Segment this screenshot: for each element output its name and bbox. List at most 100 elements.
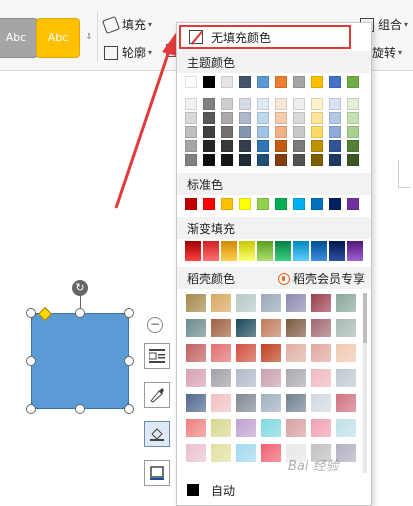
gradient-fill-swatch[interactable] <box>185 241 201 261</box>
theme-shade-swatch[interactable] <box>293 154 305 166</box>
daoke-texture-swatch[interactable] <box>185 393 207 413</box>
standard-color-swatch[interactable] <box>347 198 359 210</box>
resize-handle-bottom-right[interactable] <box>124 404 134 414</box>
shape-outline-button[interactable] <box>144 460 170 486</box>
theme-color-swatch[interactable] <box>329 76 341 88</box>
resize-handle-left[interactable] <box>26 356 36 366</box>
texture-scrollbar[interactable] <box>363 293 367 473</box>
standard-color-swatch[interactable] <box>185 198 197 210</box>
standard-color-swatch[interactable] <box>275 198 287 210</box>
daoke-texture-swatch[interactable] <box>235 443 257 463</box>
auto-color-option[interactable]: 自动 <box>177 477 371 503</box>
theme-shade-swatch[interactable] <box>347 98 359 110</box>
theme-shade-swatch[interactable] <box>221 154 233 166</box>
theme-shade-swatch[interactable] <box>275 112 287 124</box>
daoke-texture-swatch[interactable] <box>235 393 257 413</box>
daoke-texture-swatch[interactable] <box>185 368 207 388</box>
theme-shade-swatch[interactable] <box>275 154 287 166</box>
vip-exclusive-link[interactable]: 稻壳会员专享 <box>277 270 365 287</box>
daoke-texture-swatch[interactable] <box>260 368 282 388</box>
daoke-texture-swatch[interactable] <box>285 318 307 338</box>
theme-shade-swatch[interactable] <box>293 98 305 110</box>
theme-color-swatch[interactable] <box>257 76 269 88</box>
daoke-texture-swatch[interactable] <box>260 418 282 438</box>
daoke-texture-swatch[interactable] <box>185 418 207 438</box>
daoke-texture-swatch[interactable] <box>310 293 332 313</box>
theme-shade-swatch[interactable] <box>257 112 269 124</box>
rounded-square-shape[interactable] <box>31 313 129 409</box>
theme-shade-swatch[interactable] <box>257 98 269 110</box>
theme-color-swatch[interactable] <box>221 76 233 88</box>
theme-shade-swatch[interactable] <box>311 98 323 110</box>
theme-shade-swatch[interactable] <box>185 140 197 152</box>
gradient-fill-swatch[interactable] <box>275 241 291 261</box>
gradient-fill-swatch[interactable] <box>329 241 345 261</box>
theme-shade-swatch[interactable] <box>239 112 251 124</box>
daoke-texture-swatch[interactable] <box>210 368 232 388</box>
theme-shade-swatch[interactable] <box>329 154 341 166</box>
daoke-texture-swatch[interactable] <box>260 318 282 338</box>
theme-shade-swatch[interactable] <box>311 112 323 124</box>
theme-shade-swatch[interactable] <box>275 126 287 138</box>
theme-shade-swatch[interactable] <box>275 140 287 152</box>
gradient-fill-swatch[interactable] <box>311 241 327 261</box>
shape-style-button-yellow[interactable]: Abc <box>36 18 80 58</box>
theme-shade-swatch[interactable] <box>257 126 269 138</box>
resize-handle-bottom[interactable] <box>75 404 85 414</box>
daoke-texture-swatch[interactable] <box>185 318 207 338</box>
gradient-fill-swatch[interactable] <box>239 241 255 261</box>
daoke-texture-swatch[interactable] <box>335 393 357 413</box>
daoke-texture-swatch[interactable] <box>210 443 232 463</box>
daoke-texture-swatch[interactable] <box>310 418 332 438</box>
daoke-texture-swatch[interactable] <box>310 368 332 388</box>
daoke-texture-swatch[interactable] <box>185 293 207 313</box>
resize-handle-top[interactable] <box>75 308 85 318</box>
daoke-texture-swatch[interactable] <box>260 293 282 313</box>
theme-shade-swatch[interactable] <box>203 126 215 138</box>
theme-color-swatch[interactable] <box>347 76 359 88</box>
theme-shade-swatch[interactable] <box>221 126 233 138</box>
theme-shade-swatch[interactable] <box>347 112 359 124</box>
standard-color-swatch[interactable] <box>311 198 323 210</box>
daoke-texture-swatch[interactable] <box>235 343 257 363</box>
gradient-fill-swatch[interactable] <box>203 241 219 261</box>
styles-expand-button[interactable]: ⇩ <box>84 30 94 44</box>
daoke-texture-swatch[interactable] <box>235 318 257 338</box>
daoke-texture-swatch[interactable] <box>235 368 257 388</box>
resize-handle-bottom-left[interactable] <box>26 404 36 414</box>
daoke-texture-swatch[interactable] <box>310 343 332 363</box>
resize-handle-right[interactable] <box>124 356 134 366</box>
theme-shade-swatch[interactable] <box>329 112 341 124</box>
daoke-texture-swatch[interactable] <box>210 418 232 438</box>
daoke-texture-swatch[interactable] <box>285 343 307 363</box>
daoke-texture-swatch[interactable] <box>285 393 307 413</box>
theme-color-swatch[interactable] <box>239 76 251 88</box>
theme-color-swatch[interactable] <box>311 76 323 88</box>
daoke-texture-swatch[interactable] <box>335 318 357 338</box>
daoke-texture-swatch[interactable] <box>260 343 282 363</box>
standard-color-swatch[interactable] <box>293 198 305 210</box>
theme-shade-swatch[interactable] <box>311 154 323 166</box>
theme-shade-swatch[interactable] <box>239 126 251 138</box>
theme-shade-swatch[interactable] <box>347 126 359 138</box>
daoke-texture-swatch[interactable] <box>335 293 357 313</box>
theme-color-swatch[interactable] <box>185 76 197 88</box>
daoke-texture-swatch[interactable] <box>260 393 282 413</box>
theme-shade-swatch[interactable] <box>203 112 215 124</box>
standard-color-swatch[interactable] <box>203 198 215 210</box>
theme-shade-swatch[interactable] <box>203 98 215 110</box>
daoke-texture-swatch[interactable] <box>235 418 257 438</box>
theme-color-swatch[interactable] <box>293 76 305 88</box>
theme-shade-swatch[interactable] <box>293 112 305 124</box>
theme-shade-swatch[interactable] <box>293 126 305 138</box>
resize-handle-top-right[interactable] <box>124 308 134 318</box>
daoke-texture-swatch[interactable] <box>285 418 307 438</box>
daoke-texture-swatch[interactable] <box>285 368 307 388</box>
shape-style-button[interactable] <box>144 382 170 408</box>
daoke-texture-swatch[interactable] <box>310 318 332 338</box>
gradient-fill-swatch[interactable] <box>221 241 237 261</box>
theme-shade-swatch[interactable] <box>221 112 233 124</box>
daoke-texture-swatch[interactable] <box>185 343 207 363</box>
theme-shade-swatch[interactable] <box>257 154 269 166</box>
theme-shade-swatch[interactable] <box>347 154 359 166</box>
